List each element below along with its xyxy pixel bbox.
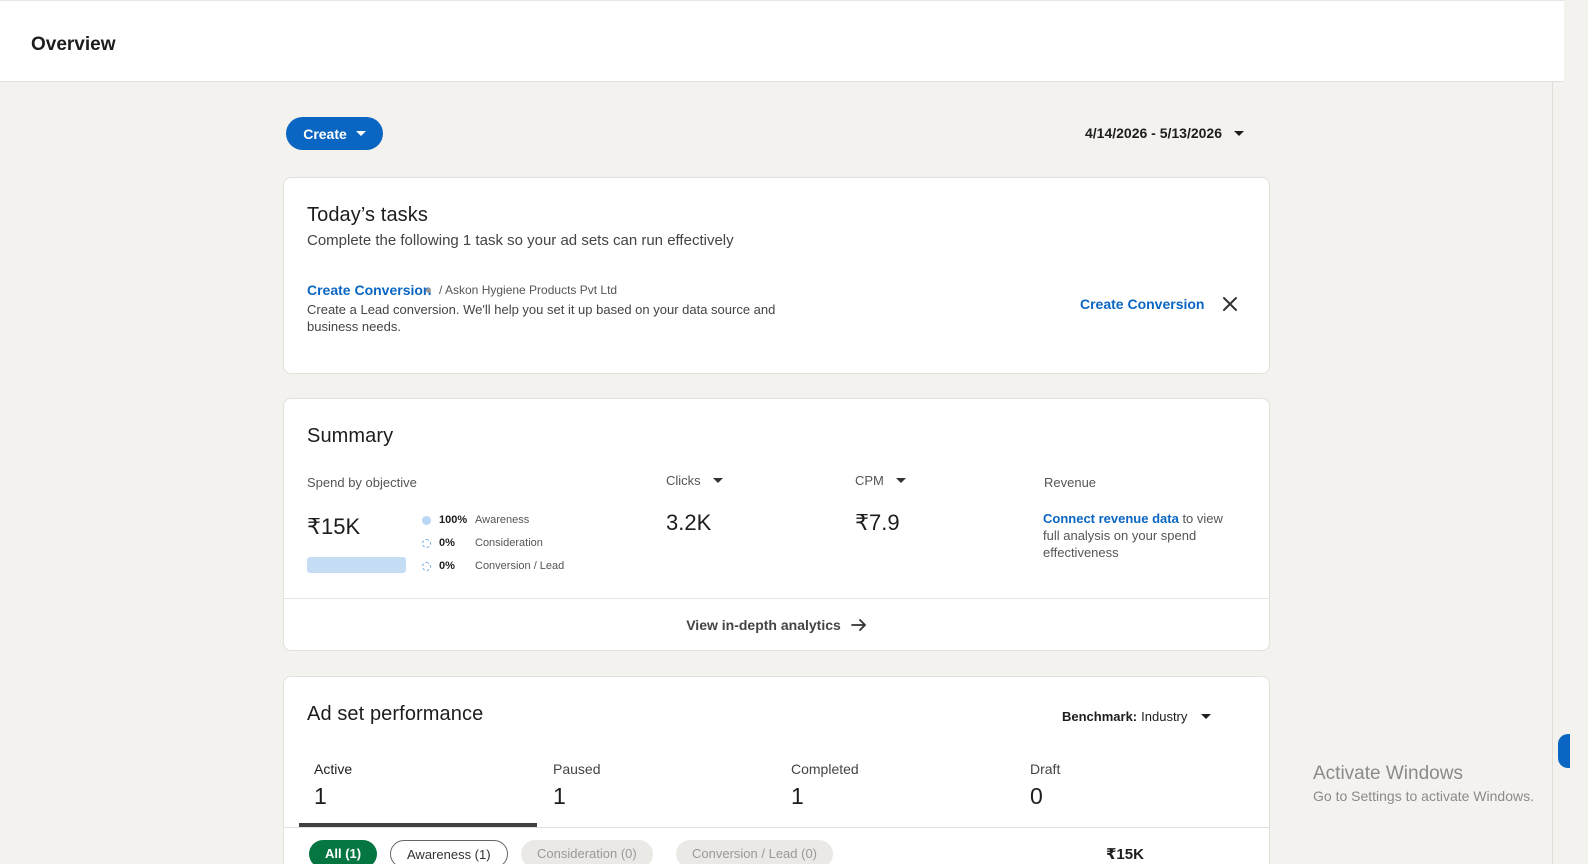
create-button[interactable]: Create: [286, 117, 383, 150]
tab-active[interactable]: Active 1: [299, 761, 537, 827]
tab-count: 1: [553, 783, 566, 809]
tab-label: Completed: [791, 761, 859, 777]
spend-label-text: Spend by objective: [307, 475, 417, 490]
objective-pct: 0%: [439, 537, 455, 549]
revenue-label: Revenue: [1044, 475, 1096, 490]
tab-paused[interactable]: Paused 1: [538, 761, 776, 827]
objective-pct: 0%: [439, 560, 455, 572]
cpm-value: ₹7.9: [855, 510, 900, 535]
tabs-divider: [284, 827, 1269, 828]
benchmark-label: Benchmark:: [1062, 709, 1138, 724]
page-title: Overview: [31, 34, 116, 55]
tasks-subtitle: Complete the following 1 task so your ad…: [307, 232, 734, 249]
tab-label: Paused: [553, 761, 601, 777]
summary-card: Summary Spend by objective ₹15K 100% Awa…: [283, 398, 1270, 651]
date-range-label: 4/14/2026 - 5/13/2026: [1085, 125, 1223, 141]
separator-dot-icon: [426, 287, 431, 293]
adset-spend-total: ₹15K: [1106, 846, 1144, 863]
tab-count: 0: [1030, 783, 1043, 809]
revenue-label-text: Revenue: [1044, 475, 1097, 490]
filter-pill-awareness[interactable]: Awareness (1): [390, 840, 508, 864]
task-create-conversion-link[interactable]: Create Conversion: [307, 282, 431, 298]
objective-row-awareness: 100% Awareness: [422, 514, 529, 526]
task-description: Create a Lead conversion. We'll help you…: [307, 302, 776, 334]
objective-name: Conversion / Lead: [475, 560, 565, 572]
watermark-line2: Go to Settings to activate Windows.: [1313, 788, 1534, 804]
tab-draft[interactable]: Draft 0: [1015, 761, 1253, 827]
arrow-right-icon: [850, 619, 866, 631]
filter-pill-conversion[interactable]: Conversion / Lead (0): [676, 840, 834, 864]
watermark-line1: Activate Windows: [1313, 763, 1463, 784]
create-conversion-button[interactable]: Create Conversion: [1080, 296, 1204, 312]
adset-title: Ad set performance: [307, 703, 484, 725]
clicks-label: Clicks: [666, 473, 701, 488]
spend-bar: [307, 557, 406, 573]
close-icon[interactable]: [1220, 294, 1240, 314]
connect-revenue-link[interactable]: Connect revenue data: [1043, 511, 1179, 526]
todays-tasks-card: Today’s tasks Complete the following 1 t…: [283, 177, 1270, 374]
chevron-down-icon: [712, 478, 723, 483]
tasks-title: Today’s tasks: [307, 204, 428, 226]
help-widget-tab[interactable]: [1558, 734, 1570, 768]
tab-label: Draft: [1030, 761, 1061, 777]
chevron-down-icon: [895, 478, 906, 483]
tab-count: 1: [791, 783, 804, 809]
objective-row-consideration: 0% Consideration: [422, 537, 543, 549]
objective-name: Consideration: [475, 537, 543, 549]
create-button-label: Create: [303, 125, 347, 142]
objective-pct: 100%: [439, 514, 468, 526]
revenue-description: Connect revenue data to view full analys…: [1043, 510, 1243, 561]
filter-pill-all[interactable]: All (1): [309, 840, 378, 864]
objective-name: Awareness: [475, 514, 530, 526]
tab-count: 1: [314, 783, 327, 809]
cpm-metric-selector[interactable]: CPM: [855, 473, 906, 488]
top-bar: Overview: [0, 0, 1564, 82]
task-meta: / Askon Hygiene Products Pvt Ltd: [426, 283, 617, 297]
spend-by-objective-label: Spend by objective: [307, 475, 417, 490]
chevron-down-icon: [1201, 714, 1212, 719]
filter-pill-consideration[interactable]: Consideration (0): [521, 840, 653, 864]
awareness-dot-icon: [422, 515, 431, 525]
consideration-dot-icon: [422, 538, 431, 548]
view-analytics-label: View in-depth analytics: [686, 617, 841, 633]
chevron-down-icon: [1234, 130, 1245, 136]
clicks-metric-selector[interactable]: Clicks: [666, 473, 723, 488]
spend-value: ₹15K: [307, 514, 361, 539]
objective-row-conversion: 0% Conversion / Lead: [422, 560, 564, 572]
chevron-down-icon: [355, 131, 366, 136]
summary-title: Summary: [307, 425, 394, 447]
benchmark-selector[interactable]: Benchmark: Industry: [1062, 709, 1212, 724]
adset-performance-card: Ad set performance Benchmark: Industry A…: [283, 676, 1270, 864]
conversion-dot-icon: [422, 561, 431, 571]
windows-activation-watermark: Activate Windows Go to Settings to activ…: [1313, 763, 1534, 804]
date-range-picker[interactable]: 4/14/2026 - 5/13/2026: [1085, 125, 1245, 141]
tab-completed[interactable]: Completed 1: [776, 761, 1014, 827]
benchmark-value: Industry: [1141, 709, 1188, 724]
cpm-label: CPM: [855, 473, 884, 488]
view-analytics-link[interactable]: View in-depth analytics: [284, 598, 1269, 651]
tab-label: Active: [314, 761, 353, 777]
clicks-value: 3.2K: [666, 510, 712, 535]
task-account: / Askon Hygiene Products Pvt Ltd: [439, 283, 618, 297]
